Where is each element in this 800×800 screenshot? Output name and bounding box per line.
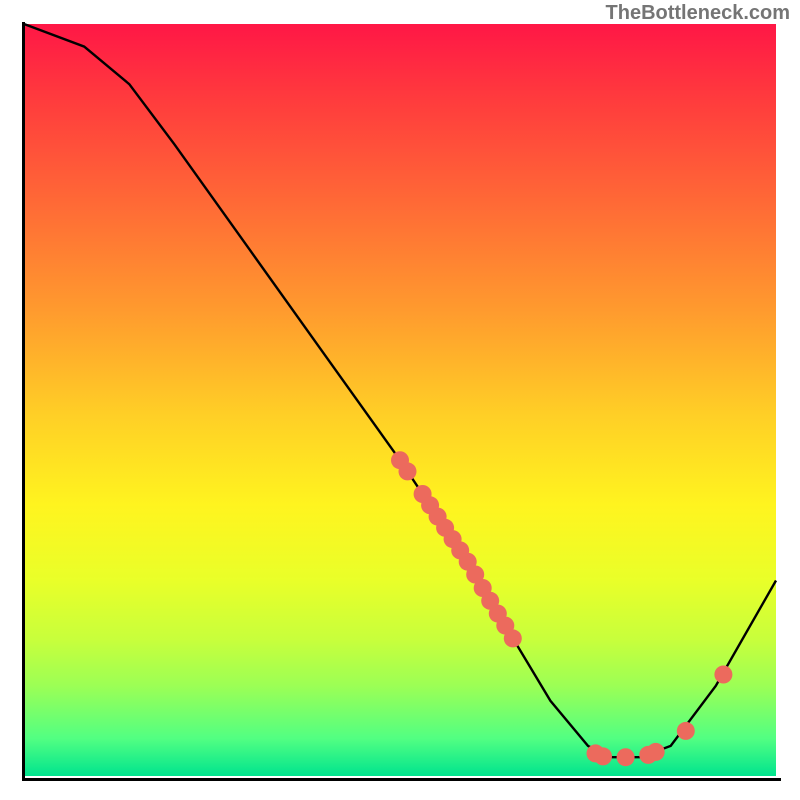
data-point [647, 743, 665, 761]
chart-container: TheBottleneck.com [0, 0, 800, 800]
data-point [714, 666, 732, 684]
attribution-label: TheBottleneck.com [606, 2, 790, 25]
bottleneck-curve [24, 24, 776, 776]
data-point [677, 722, 695, 740]
data-point [399, 462, 417, 480]
data-point [617, 748, 635, 766]
data-point [504, 629, 522, 647]
data-point [594, 747, 612, 765]
